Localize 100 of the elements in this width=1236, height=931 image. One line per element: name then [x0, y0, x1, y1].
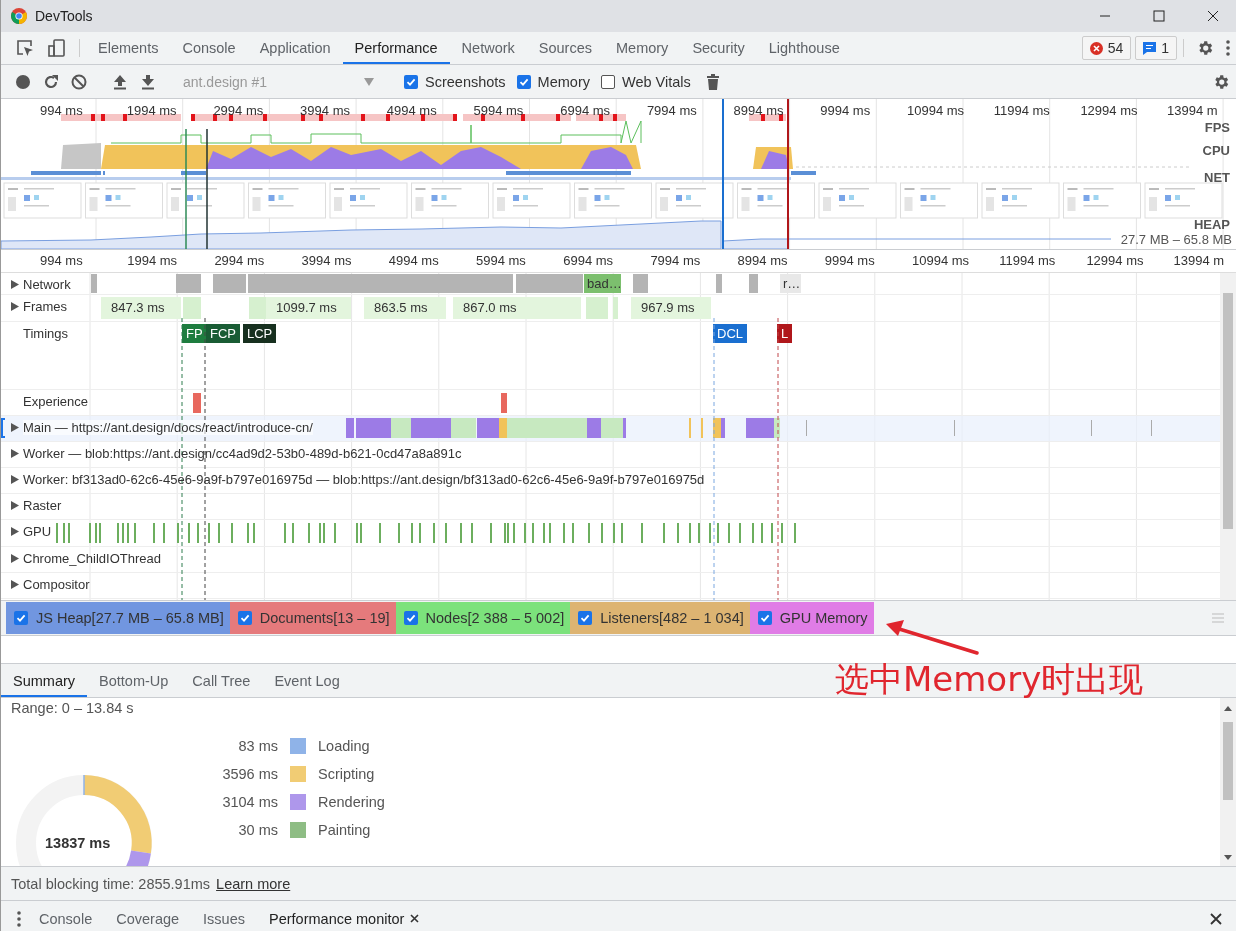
time-tick-label: 4994 ms — [386, 103, 437, 118]
time-tick-label: 1994 ms — [127, 253, 178, 268]
drawer-tab[interactable]: Issues — [191, 901, 257, 931]
expand-triangle-icon[interactable] — [11, 554, 19, 563]
timing-marker[interactable]: FP — [182, 324, 207, 343]
details-tab[interactable]: Bottom-Up — [87, 664, 181, 697]
counter-toggle[interactable]: Listeners[482 – 1 034] — [570, 602, 750, 634]
checkbox[interactable] — [578, 611, 593, 625]
details-tab[interactable]: Call Tree — [180, 664, 263, 697]
time-tick-label: 9994 ms — [824, 253, 875, 268]
frame-duration: 867.0 ms — [453, 297, 581, 319]
track-label[interactable]: Worker: bf313ad0-62c6-45e6-9a9f-b797e016975d — blob:https://ant.design/bf313ad0-62c6-45e6-9a9f-b797e016975d — [23, 472, 705, 487]
track-label[interactable]: Raster — [23, 498, 62, 513]
option-checkbox-label[interactable]: Web Vitals — [601, 73, 691, 90]
expand-triangle-icon[interactable] — [11, 475, 19, 484]
counter-toggle[interactable]: JS Heap[27.7 MB – 65.8 MB] — [6, 602, 230, 634]
panel-tab[interactable]: Memory — [604, 32, 681, 64]
drawer-tab[interactable]: Performance monitor — [257, 901, 432, 931]
track-label[interactable]: Worker — blob:https://ant.design/cc4ad9d2-53b0-489d-b621-0cd47a8a891c — [23, 446, 462, 461]
option-checkbox-label[interactable]: Memory — [516, 73, 590, 90]
range-label: Range: 0 – 13.84 s — [11, 700, 134, 716]
time-tick-label: 8994 ms — [737, 253, 788, 268]
panel-tab[interactable]: Network — [449, 32, 527, 64]
time-tick-label: 5994 ms — [473, 103, 524, 118]
checkbox[interactable] — [601, 74, 615, 89]
message-count-badge[interactable]: 1 — [1135, 36, 1177, 60]
track-label[interactable]: Compositor — [23, 577, 90, 592]
legend-label: Painting — [318, 822, 372, 838]
chrome-logo-icon — [11, 8, 27, 24]
time-tick-label: 2994 ms — [213, 103, 264, 118]
time-tick-label: 6994 ms — [560, 103, 611, 118]
details-tab[interactable]: Event Log — [262, 664, 352, 697]
expand-triangle-icon[interactable] — [11, 501, 19, 510]
time-tick-label: 1994 ms — [126, 103, 177, 118]
counter-label: JS Heap[27.7 MB – 65.8 MB] — [36, 610, 224, 626]
counter-toggle[interactable]: Documents[13 – 19] — [229, 602, 396, 634]
panel-tab[interactable]: Application — [247, 32, 343, 64]
scrollbar-thumb[interactable] — [1223, 293, 1233, 529]
total-blocking-time: Total blocking time: 2855.91ms — [11, 875, 211, 892]
lane-label: CPU — [1202, 143, 1230, 158]
panel-tab[interactable]: Sources — [526, 32, 604, 64]
legend-value: 3104 ms — [221, 794, 278, 810]
option-label: Screenshots — [425, 73, 506, 90]
close-tab-icon[interactable] — [410, 914, 420, 923]
caret-icon — [364, 77, 374, 86]
counter-toggle[interactable]: GPU Memory — [749, 602, 874, 634]
time-tick-label: 12994 ms — [1086, 253, 1144, 268]
network-request-bar — [91, 274, 97, 293]
checkbox[interactable] — [403, 611, 418, 625]
legend-label: Loading — [318, 738, 371, 754]
track-label[interactable]: Main — https://ant.design/docs/react/introduce-cn/ — [23, 420, 313, 435]
scroll-up-icon[interactable] — [1224, 706, 1232, 711]
expand-triangle-icon[interactable] — [11, 302, 19, 311]
expand-triangle-icon[interactable] — [11, 527, 19, 536]
window-title: DevTools — [35, 8, 93, 24]
network-request-bar — [176, 274, 201, 293]
checkbox[interactable] — [14, 611, 28, 625]
checkbox[interactable] — [757, 611, 772, 625]
expand-triangle-icon[interactable] — [11, 423, 19, 432]
expand-triangle-icon[interactable] — [11, 280, 19, 289]
legend-label: Scripting — [318, 766, 376, 782]
time-tick-label: 4994 ms — [388, 253, 439, 268]
close-icon[interactable] — [1207, 10, 1219, 22]
expand-triangle-icon[interactable] — [11, 449, 19, 458]
expand-triangle-icon[interactable] — [11, 580, 19, 589]
track-label[interactable]: GPU — [23, 524, 52, 539]
checkbox[interactable] — [404, 74, 418, 89]
time-tick-label: 7994 ms — [646, 103, 697, 118]
time-tick-label: 3994 ms — [300, 103, 350, 118]
maximize-icon[interactable] — [1153, 10, 1165, 22]
frame-block — [613, 297, 618, 319]
track-label[interactable]: Timings — [23, 326, 69, 341]
timing-marker[interactable]: L — [777, 324, 793, 343]
track-label[interactable]: Chrome_ChildIOThread — [23, 551, 161, 566]
counter-toggle[interactable]: Nodes[2 388 – 5 002] — [395, 602, 571, 634]
checkbox[interactable] — [237, 611, 252, 625]
timing-marker[interactable]: FCP — [206, 324, 240, 343]
time-tick-label: 994 ms — [40, 253, 83, 268]
panel-tab[interactable]: Security — [680, 32, 757, 64]
drawer-tab[interactable]: Console — [27, 901, 105, 931]
track-label[interactable]: Frames — [23, 299, 68, 314]
panel-tab[interactable]: Console — [170, 32, 248, 64]
timing-marker[interactable]: DCL — [713, 324, 747, 343]
panel-tab[interactable]: Lighthouse — [756, 32, 852, 64]
checkbox[interactable] — [516, 74, 531, 89]
track-label[interactable]: Experience — [23, 394, 89, 409]
timing-marker[interactable]: LCP — [243, 324, 277, 343]
track-label[interactable]: Network — [23, 277, 71, 292]
error-count-badge[interactable]: 54 — [1081, 36, 1132, 60]
panel-tab[interactable]: Elements — [86, 32, 171, 64]
time-tick-label: 9994 ms — [820, 103, 871, 118]
scrollbar-thumb[interactable] — [1223, 722, 1233, 800]
option-checkbox-label[interactable]: Screenshots — [404, 73, 506, 90]
drawer-tab[interactable]: Coverage — [104, 901, 192, 931]
counter-label: Listeners[482 – 1 034] — [600, 610, 744, 626]
scroll-down-icon[interactable] — [1224, 855, 1232, 860]
time-tick-label: 11994 ms — [999, 253, 1056, 268]
lane-label: HEAP — [1193, 217, 1230, 232]
learn-more-link[interactable]: Learn more — [216, 875, 291, 892]
details-tab[interactable]: Summary — [1, 664, 88, 697]
